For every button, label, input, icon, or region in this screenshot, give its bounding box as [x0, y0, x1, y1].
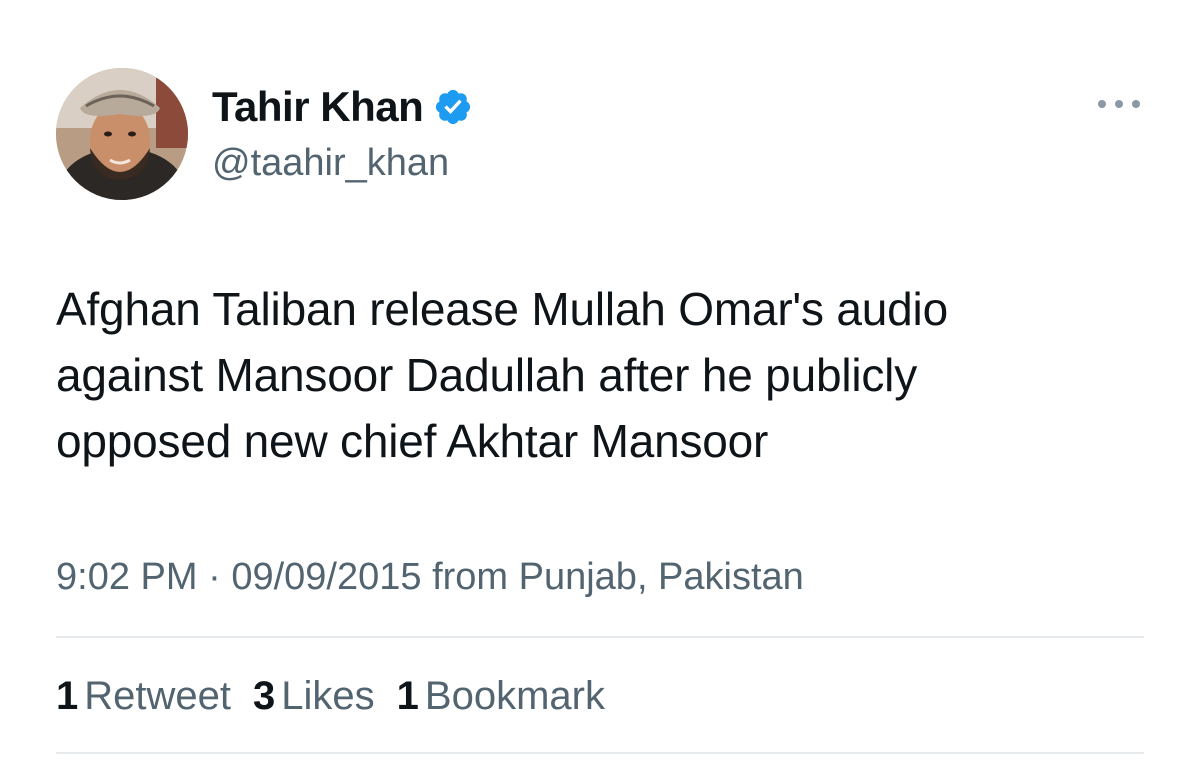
- retweet-label: Retweet: [84, 674, 231, 718]
- tweet-text: Afghan Taliban release Mullah Omar's aud…: [56, 283, 948, 467]
- author-name-row: Tahir Khan: [212, 82, 473, 132]
- bookmark-count: 1: [396, 674, 419, 718]
- author-display-name[interactable]: Tahir Khan: [212, 82, 424, 132]
- tweet-date[interactable]: 09/09/2015: [231, 556, 421, 598]
- likes-count-link[interactable]: 3 Likes: [253, 670, 375, 722]
- avatar[interactable]: [56, 68, 188, 200]
- likes-count: 3: [253, 674, 276, 718]
- dot: [1098, 100, 1106, 108]
- retweet-count-link[interactable]: 1 Retweet: [56, 670, 231, 722]
- more-options-icon[interactable]: [1098, 94, 1140, 114]
- tweet-time[interactable]: 9:02 PM: [56, 556, 198, 598]
- bookmark-label: Bookmark: [424, 674, 605, 718]
- dot: [1115, 100, 1123, 108]
- divider: [56, 752, 1144, 754]
- avatar-image: [56, 68, 188, 200]
- tweet-meta: 9:02 PM · 09/09/2015 from Punjab, Pakist…: [56, 552, 804, 602]
- likes-label: Likes: [281, 674, 375, 718]
- tweet-card: Tahir Khan @taahir_khan Afghan Taliban r…: [0, 0, 1200, 762]
- meta-separator: ·: [208, 556, 221, 598]
- verified-badge-icon[interactable]: [433, 87, 473, 127]
- tweet-location: from Punjab, Pakistan: [432, 556, 804, 598]
- divider: [56, 636, 1144, 638]
- retweet-count: 1: [56, 674, 79, 718]
- dot: [1132, 100, 1140, 108]
- bookmark-count-link[interactable]: 1 Bookmark: [397, 670, 605, 722]
- engagement-stats: 1 Retweet 3 Likes 1 Bookmark: [56, 670, 627, 722]
- author-handle[interactable]: @taahir_khan: [212, 138, 449, 188]
